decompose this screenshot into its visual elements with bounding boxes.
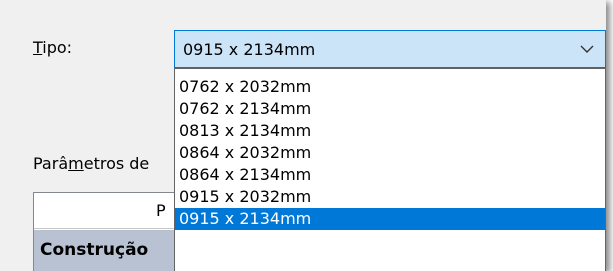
type-combobox[interactable]: 0915 x 2134mm [174,30,606,68]
type-parameters-label: Parâmetros de [33,154,149,173]
type-label-text: ipo: [42,38,73,57]
dropdown-option[interactable]: 0915 x 2032mm [175,186,605,208]
grid-group-row-label: Construção [40,240,149,260]
type-label-mnemonic: T [33,38,43,57]
params-label-part-b: etros de [83,154,150,173]
grid-column-header-label: P [156,201,166,220]
params-label-part-a: Parâ [33,154,69,173]
type-properties-dialog: Tipo: 0915 x 2134mm Parâmetros de P Cons… [0,0,606,271]
dropdown-option[interactable]: 0813 x 2134mm [175,120,605,142]
dropdown-option[interactable]: 0762 x 2134mm [175,98,605,120]
chevron-down-icon[interactable] [579,43,595,55]
type-dropdown-list: 0762 x 2032mm 0762 x 2134mm 0813 x 2134m… [174,68,606,271]
type-combobox-value: 0915 x 2134mm [183,40,316,59]
type-label: Tipo: [33,38,72,57]
dropdown-option-selected[interactable]: 0915 x 2134mm [175,208,605,230]
dropdown-option[interactable]: 0864 x 2032mm [175,142,605,164]
dropdown-option[interactable]: 0864 x 2134mm [175,164,605,186]
dropdown-option[interactable]: 0762 x 2032mm [175,76,605,98]
params-label-mnemonic: m [68,154,84,173]
